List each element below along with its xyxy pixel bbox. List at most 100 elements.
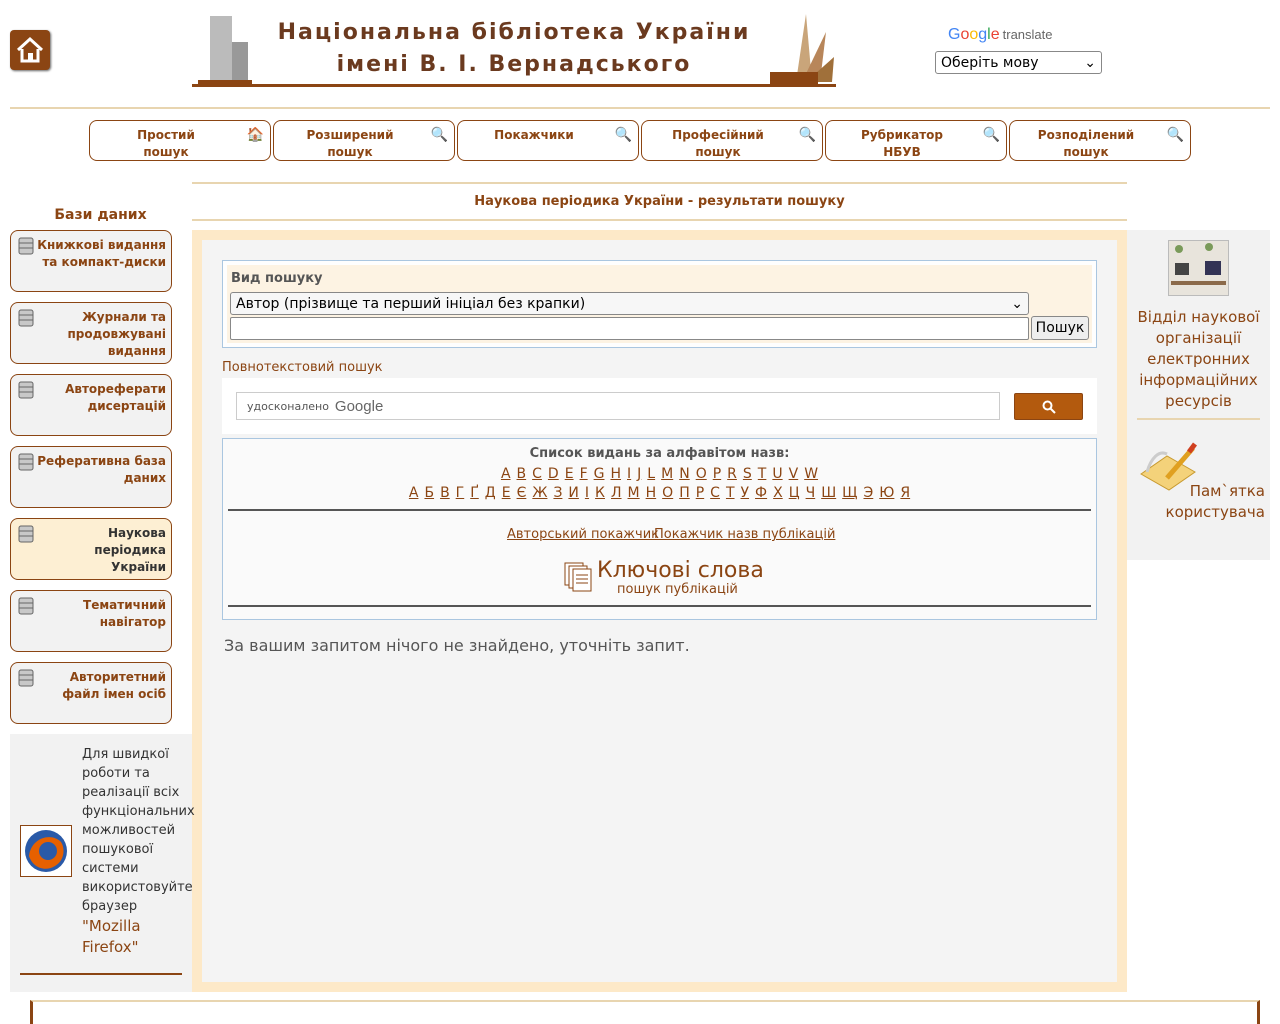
magnifier-icon: 🔍 bbox=[430, 127, 448, 143]
keywords-subtitle: пошук публікацій bbox=[617, 582, 738, 597]
alphabet-letter-link[interactable]: Ц bbox=[789, 485, 800, 501]
alphabet-letter-link[interactable]: Ж bbox=[532, 485, 547, 501]
alphabet-letter-link[interactable]: C bbox=[532, 466, 542, 482]
footer bbox=[30, 1000, 1260, 1024]
alphabet-letter-link[interactable]: P bbox=[713, 466, 721, 482]
sidebar-db-label: Автореферати дисертацій bbox=[65, 382, 166, 413]
alphabet-letter-link[interactable]: V bbox=[789, 466, 799, 482]
tab-professional-search[interactable]: Професійний пошук 🔍 bbox=[641, 120, 823, 161]
alphabet-letter-link[interactable]: O bbox=[696, 466, 707, 482]
sidebar-db-item[interactable]: Авторитетний файл імен осіб bbox=[10, 662, 172, 724]
alphabet-letter-link[interactable]: Ч bbox=[806, 485, 816, 501]
tab-distributed-search[interactable]: Розподілений пошук 🔍 bbox=[1009, 120, 1191, 161]
sidebar-db-item[interactable]: Журнали та продовжувані видання bbox=[10, 302, 172, 364]
alphabet-letter-link[interactable]: A bbox=[501, 466, 511, 482]
sidebar-db-item[interactable]: Книжкові видання та компакт-диски bbox=[10, 230, 172, 292]
tab-label: Розширений пошук bbox=[306, 128, 394, 159]
page-title: Наукова періодика України - результати п… bbox=[474, 194, 845, 209]
alphabet-letter-link[interactable]: П bbox=[679, 485, 690, 501]
alphabet-letter-link[interactable]: N bbox=[679, 466, 689, 482]
alphabet-letter-link[interactable]: M bbox=[661, 466, 673, 482]
alphabet-letter-link[interactable]: Б bbox=[424, 485, 434, 501]
tab-rubricator[interactable]: Рубрикатор НБУВ 🔍 bbox=[825, 120, 1007, 161]
alphabet-letter-link[interactable]: Н bbox=[646, 485, 657, 501]
alphabet-letter-link[interactable]: G bbox=[594, 466, 605, 482]
home-button[interactable] bbox=[10, 30, 50, 70]
search-button[interactable]: Пошук bbox=[1031, 316, 1089, 340]
title-index-link[interactable]: Покажчик назв публікацій bbox=[654, 527, 835, 542]
firefox-link[interactable]: "Mozilla Firefox" bbox=[82, 916, 186, 958]
alphabet-letter-link[interactable]: Э bbox=[863, 485, 873, 501]
alphabet-letter-link[interactable]: D bbox=[548, 466, 559, 482]
alphabet-letter-link[interactable]: Д bbox=[485, 485, 496, 501]
keywords-link[interactable]: Ключові слова bbox=[597, 558, 764, 583]
department-link[interactable]: Відділ наукової організації електронних … bbox=[1132, 307, 1265, 412]
alphabet-letter-link[interactable]: Л bbox=[611, 485, 622, 501]
magnifier-icon: 🔍 bbox=[982, 127, 1000, 143]
sidebar-db-item[interactable]: Реферативна база даних bbox=[10, 446, 172, 508]
author-index-link[interactable]: Авторський покажчик bbox=[507, 527, 659, 542]
alphabet-letter-link[interactable]: Ґ bbox=[470, 485, 479, 501]
alphabet-letter-link[interactable]: И bbox=[568, 485, 578, 501]
alphabet-letter-link[interactable]: W bbox=[804, 466, 818, 482]
book-icon bbox=[770, 14, 834, 84]
alphabet-letter-link[interactable]: Щ bbox=[842, 485, 857, 501]
tab-advanced-search[interactable]: Розширений пошук 🔍 bbox=[273, 120, 455, 161]
alphabet-cyrillic-row: АБВГҐДЕЄЖЗИІКЛМНОПРСТУФХЦЧШЩЭЮЯ bbox=[222, 485, 1097, 501]
alphabet-letter-link[interactable]: Я bbox=[900, 485, 910, 501]
alphabet-letter-link[interactable]: I bbox=[627, 466, 631, 482]
alphabet-letter-link[interactable]: Р bbox=[696, 485, 704, 501]
alphabet-letter-link[interactable]: Ю bbox=[879, 485, 894, 501]
tab-label: Рубрикатор НБУВ bbox=[860, 128, 944, 159]
databases-heading: Бази даних bbox=[54, 207, 147, 223]
search-type-select[interactable]: Автор (прізвище та перший ініціал без кр… bbox=[230, 292, 1029, 315]
language-select[interactable]: Оберіть мову ⌄ bbox=[935, 51, 1102, 74]
alphabet-letter-link[interactable]: О bbox=[662, 485, 673, 501]
alphabet-letter-link[interactable]: R bbox=[727, 466, 737, 482]
user-guide-link[interactable]: Пам`ятка користувача bbox=[1150, 481, 1265, 523]
alphabet-letter-link[interactable]: Х bbox=[773, 485, 783, 501]
tab-simple-search[interactable]: Простий пошук 🏠 bbox=[89, 120, 271, 161]
sidebar-db-label: Авторитетний файл імен осіб bbox=[62, 670, 166, 701]
alphabet-letter-link[interactable]: С bbox=[710, 485, 720, 501]
alphabet-letter-link[interactable]: U bbox=[772, 466, 782, 482]
library-banner: Національна бібліотека України імені В. … bbox=[192, 12, 836, 90]
alphabet-letter-link[interactable]: З bbox=[553, 485, 562, 501]
banner-title-line1: Національна бібліотека України bbox=[277, 20, 751, 45]
banner-title-line2: імені В. І. Вернадського bbox=[336, 52, 692, 77]
google-search-button[interactable] bbox=[1014, 393, 1083, 420]
alphabet-letter-link[interactable]: Є bbox=[517, 485, 527, 501]
alphabet-letter-link[interactable]: М bbox=[628, 485, 640, 501]
database-icon bbox=[18, 597, 34, 615]
tab-label: Професійний пошук bbox=[672, 128, 764, 159]
tab-indexes[interactable]: Покажчики 🔍 bbox=[457, 120, 639, 161]
alphabet-letter-link[interactable]: Т bbox=[726, 485, 735, 501]
alphabet-letter-link[interactable]: К bbox=[595, 485, 605, 501]
sidebar-db-item[interactable]: Тематичний навігатор bbox=[10, 590, 172, 652]
database-icon bbox=[18, 381, 34, 399]
sidebar-db-item[interactable]: Наукова періодика України bbox=[10, 518, 172, 580]
alphabet-letter-link[interactable]: H bbox=[610, 466, 621, 482]
alphabet-letter-link[interactable]: Ф bbox=[755, 485, 767, 501]
alphabet-letter-link[interactable]: L bbox=[647, 466, 655, 482]
alphabet-letter-link[interactable]: F bbox=[580, 466, 588, 482]
alphabet-letter-link[interactable]: S bbox=[743, 466, 752, 482]
alphabet-letter-link[interactable]: Ш bbox=[821, 485, 836, 501]
alphabet-letter-link[interactable]: Г bbox=[456, 485, 465, 501]
home-icon bbox=[16, 36, 44, 63]
alphabet-letter-link[interactable]: T bbox=[758, 466, 767, 482]
alphabet-letter-link[interactable]: В bbox=[440, 485, 450, 501]
alphabet-letter-link[interactable]: Е bbox=[502, 485, 511, 501]
alphabet-letter-link[interactable]: B bbox=[517, 466, 527, 482]
alphabet-letter-link[interactable]: У bbox=[741, 485, 750, 501]
alphabet-letter-link[interactable]: І bbox=[585, 485, 589, 501]
alphabet-letter-link[interactable]: А bbox=[409, 485, 419, 501]
search-input[interactable] bbox=[230, 317, 1029, 340]
google-search-input[interactable]: удосконалено Google bbox=[236, 392, 1000, 420]
google-translate-logo: Google translate bbox=[948, 26, 1053, 43]
alphabet-letter-link[interactable]: E bbox=[565, 466, 574, 482]
department-photo[interactable] bbox=[1168, 240, 1229, 296]
alphabet-letter-link[interactable]: J bbox=[637, 466, 641, 482]
sidebar-db-item[interactable]: Автореферати дисертацій bbox=[10, 374, 172, 436]
firefox-logo[interactable] bbox=[20, 825, 72, 877]
